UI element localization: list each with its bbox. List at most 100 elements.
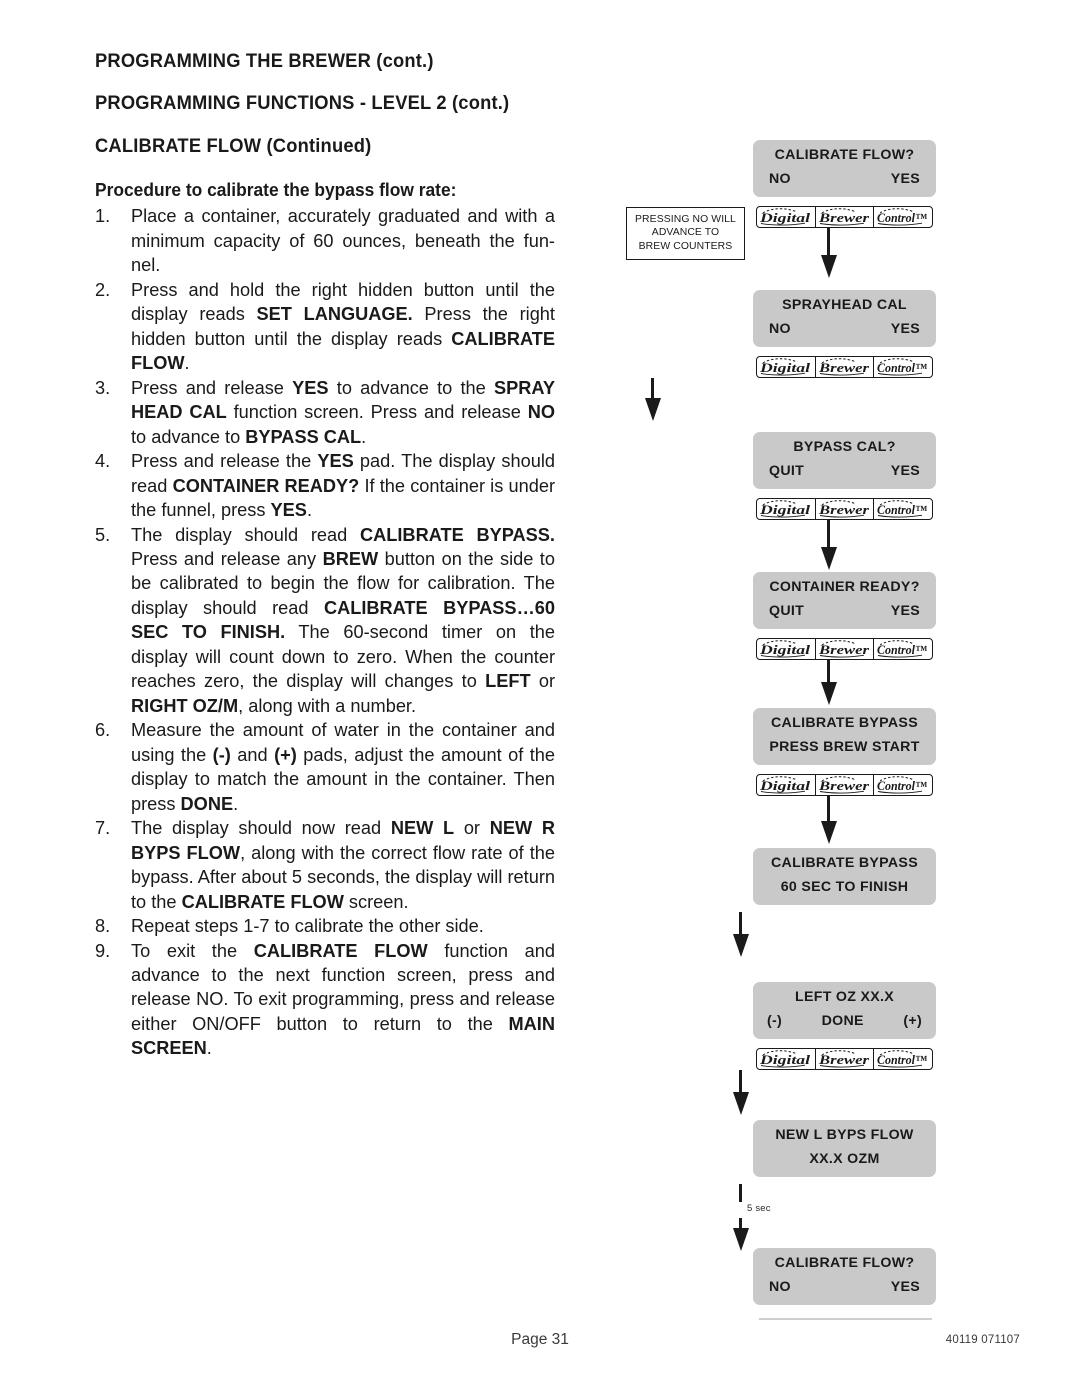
screen-softkey-row: QUIT YES	[763, 603, 926, 621]
connector-segment	[739, 1184, 742, 1202]
screen-line-1: BYPASS CAL?	[793, 439, 896, 455]
flowchart-screen-box: BYPASS CAL? QUIT YES	[753, 432, 936, 489]
step-text: To exit the CALIBRATE FLOW function and …	[131, 940, 556, 1059]
logo-cell-control: Control™	[874, 639, 932, 659]
procedure-step-list: 1. Place a container, accurately graduate…	[95, 204, 555, 1060]
step-text: Measure the amount of water in the conta…	[131, 720, 555, 814]
flowchart-screen-box: SPRAYHEAD CAL NO YES	[753, 290, 936, 347]
screen-line-2-text: 60 SEC TO FINISH	[780, 878, 909, 895]
note-callout: PRESSING NO WILL ADVANCE TO BREW COUNTER…	[626, 207, 745, 260]
logo-cell-control: Control™	[874, 357, 932, 377]
logo-cell-brewer: Brewer	[816, 639, 875, 659]
step-number: 5.	[95, 524, 111, 545]
svg-text:Digital: Digital	[759, 361, 811, 375]
footer-page-number: Page 31	[511, 1331, 569, 1348]
flowchart-screen-box: CONTAINER READY? QUIT YES	[753, 572, 936, 629]
screen-line-2-text: PRESS BREW START	[769, 738, 920, 755]
footer-document-code: 40119 071107	[945, 1334, 1020, 1346]
screen-line-2-text: XX.X OZM	[809, 1150, 880, 1167]
svg-text:Digital: Digital	[759, 1053, 811, 1067]
logo-cell-control: Control™	[874, 1049, 932, 1069]
step-number: 4.	[95, 451, 111, 472]
procedure-title: Procedure to calibrate the bypass flow r…	[95, 179, 457, 201]
screen-line-2: XX.X OZM	[763, 1151, 926, 1169]
step-number: 7.	[95, 818, 111, 839]
digital-brewer-control-logo-bar: Digital Brewer Control™	[756, 206, 933, 228]
procedure-step: 2. Press and hold the right hidden button…	[95, 278, 555, 376]
softkey-right[interactable]: YES	[891, 463, 920, 481]
procedure-step: 8. Repeat steps 1-7 to calibrate the othe…	[95, 914, 555, 938]
step-text: The display should now read NEW L or NEW…	[131, 818, 555, 912]
svg-text:Digital: Digital	[759, 779, 811, 793]
digital-brewer-control-logo-bar: Digital Brewer Control™	[756, 774, 933, 796]
svg-text:Digital: Digital	[759, 503, 811, 517]
softkey-left[interactable]: NO	[769, 1279, 791, 1297]
step-text: Press and release YES to advance to the …	[131, 377, 555, 447]
svg-text:Brewer: Brewer	[817, 643, 869, 657]
flowchart-screen-box: CALIBRATE FLOW? NO YES	[753, 140, 936, 197]
screen-line-1: NEW L BYPS FLOW	[775, 1127, 914, 1143]
svg-text:Control™: Control™	[877, 361, 927, 375]
softkey-middle[interactable]: DONE	[822, 1013, 864, 1031]
procedure-step: 9. To exit the CALIBRATE FLOW function an…	[95, 939, 555, 1061]
step-number: 3.	[95, 377, 111, 398]
procedure-step: 1. Place a container, accurately graduate…	[95, 204, 555, 277]
softkey-right[interactable]: YES	[891, 171, 920, 189]
procedure-step: 3. Press and release YES to advance to th…	[95, 376, 555, 449]
softkey-left[interactable]: QUIT	[769, 463, 804, 481]
note-line-2: ADVANCE TO	[651, 227, 720, 239]
procedure-step: 4. Press and release the YES pad. The dis…	[95, 449, 555, 522]
svg-text:Digital: Digital	[759, 643, 811, 657]
svg-text:Control™: Control™	[877, 779, 927, 793]
bottom-divider-rule	[759, 1318, 932, 1320]
note-line-1: PRESSING NO WILL	[635, 214, 736, 225]
screen-softkey-row: NO YES	[763, 1279, 926, 1297]
svg-text:Brewer: Brewer	[817, 503, 869, 517]
softkey-left[interactable]: NO	[769, 171, 791, 189]
procedure-step: 6. Measure the amount of water in the con…	[95, 718, 555, 816]
page-heading-primary: PROGRAMMING THE BREWER (cont.)	[95, 50, 434, 72]
softkey-right[interactable]: YES	[891, 321, 920, 339]
step-number: 6.	[95, 720, 111, 741]
screen-line-2: PRESS BREW START	[763, 739, 926, 757]
logo-cell-control: Control™	[874, 775, 932, 795]
svg-text:Brewer: Brewer	[817, 211, 869, 225]
flowchart-screen-box: NEW L BYPS FLOW XX.X OZM	[753, 1120, 936, 1177]
screen-line-1: LEFT OZ XX.X	[795, 989, 894, 1005]
flowchart-screen-box: LEFT OZ XX.X (-) DONE (+)	[753, 982, 936, 1039]
step-number: 2.	[95, 279, 111, 300]
digital-brewer-control-logo-bar: Digital Brewer Control™	[756, 498, 933, 520]
digital-brewer-control-logo-bar: Digital Brewer Control™	[756, 356, 933, 378]
procedure-step: 5. The display should read CALIBRATE BYPA…	[95, 523, 555, 719]
logo-cell-digital: Digital	[757, 357, 816, 377]
screen-line-1: CALIBRATE BYPASS	[771, 855, 918, 871]
screen-line-1: CALIBRATE FLOW?	[774, 147, 915, 163]
logo-cell-digital: Digital	[757, 499, 816, 519]
screen-line-2: 60 SEC TO FINISH	[763, 879, 926, 897]
softkey-left[interactable]: (-)	[767, 1013, 782, 1031]
softkey-right[interactable]: YES	[891, 1279, 920, 1297]
note-line-3: BREW COUNTERS	[638, 240, 733, 252]
text-column: PROGRAMMING THE BREWER (cont.) PROGRAMMI…	[95, 50, 555, 1061]
softkey-right[interactable]: (+)	[903, 1013, 922, 1031]
screen-line-1: CONTAINER READY?	[769, 579, 920, 595]
svg-text:Control™: Control™	[877, 211, 927, 225]
logo-cell-digital: Digital	[757, 1049, 816, 1069]
softkey-left[interactable]: NO	[769, 321, 791, 339]
step-text: Press and release the YES pad. The displ…	[131, 451, 556, 521]
screen-softkey-row: NO YES	[763, 171, 926, 189]
logo-cell-control: Control™	[874, 499, 932, 519]
page-heading-tertiary: CALIBRATE FLOW (Continued)	[95, 134, 372, 157]
svg-text:Control™: Control™	[877, 503, 927, 517]
screen-line-1: CALIBRATE BYPASS	[771, 715, 918, 731]
flowchart: PRESSING NO WILL ADVANCE TO BREW COUNTER…	[620, 140, 950, 1320]
svg-text:Brewer: Brewer	[817, 779, 869, 793]
softkey-left[interactable]: QUIT	[769, 603, 804, 621]
logo-cell-digital: Digital	[757, 775, 816, 795]
logo-cell-digital: Digital	[757, 639, 816, 659]
page-heading-secondary: PROGRAMMING FUNCTIONS - LEVEL 2 (cont.)	[95, 92, 510, 115]
softkey-right[interactable]: YES	[891, 603, 920, 621]
document-page: PROGRAMMING THE BREWER (cont.) PROGRAMMI…	[0, 0, 1080, 1397]
step-text: Press and hold the right hidden button u…	[131, 279, 555, 374]
svg-text:Brewer: Brewer	[817, 1053, 869, 1067]
